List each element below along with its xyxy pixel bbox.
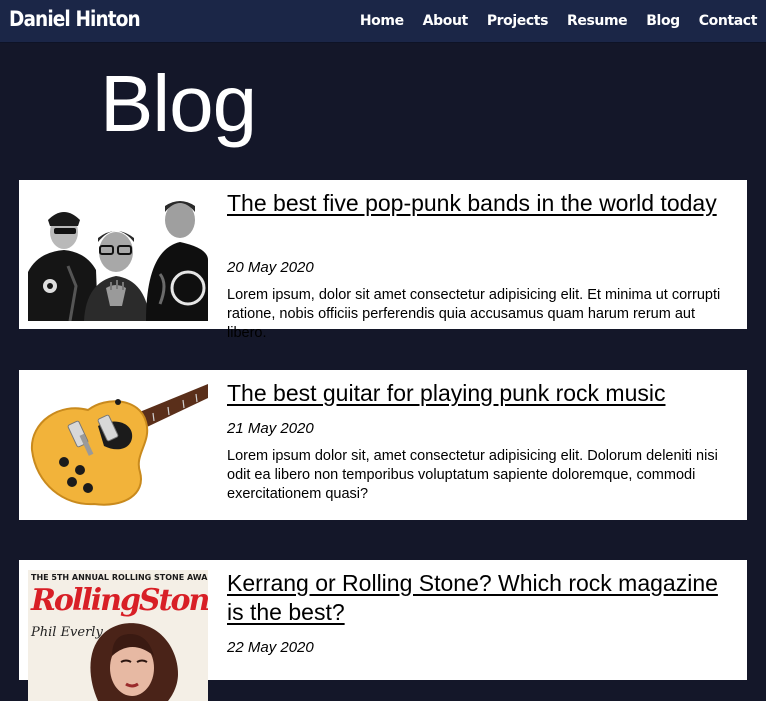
post-excerpt: Lorem ipsum dolor sit, amet consectetur … <box>227 448 718 502</box>
post-excerpt: Lorem ipsum, dolor sit amet consectetur … <box>227 287 721 341</box>
cover-masthead: RollingStone <box>30 583 208 618</box>
band-photo <box>28 190 208 321</box>
post-card: The best five pop-punk bands in the worl… <box>19 180 747 341</box>
cover-header: THE 5TH ANNUAL ROLLING STONE AWARDS <box>31 573 208 582</box>
post-image-band[interactable] <box>28 190 208 321</box>
post-card: THE 5TH ANNUAL ROLLING STONE AWARDS Roll… <box>19 560 747 701</box>
nav-link-about[interactable]: About <box>423 13 469 29</box>
nav-link-blog[interactable]: Blog <box>646 13 680 29</box>
brand-logo[interactable]: Daniel Hinton <box>9 7 141 31</box>
post-image-guitar[interactable] <box>28 380 208 511</box>
post-title-link[interactable]: The best five pop-punk bands in the worl… <box>227 189 727 218</box>
nav-link-resume[interactable]: Resume <box>567 13 628 29</box>
post-title-link[interactable]: Kerrang or Rolling Stone? Which rock mag… <box>227 569 727 627</box>
post-date: 20 May 2020 <box>227 259 314 276</box>
page-title: Blog <box>100 59 257 148</box>
nav-link-home[interactable]: Home <box>360 13 404 29</box>
nav-links: Home About Projects Resume Blog Contact <box>360 13 758 29</box>
post-date: 21 May 2020 <box>227 420 314 437</box>
post-image-magazine[interactable]: THE 5TH ANNUAL ROLLING STONE AWARDS Roll… <box>28 570 208 701</box>
guitar-photo <box>28 380 208 511</box>
post-title-link[interactable]: The best guitar for playing punk rock mu… <box>227 379 727 408</box>
post-date: 22 May 2020 <box>227 639 314 656</box>
post-card: The best guitar for playing punk rock mu… <box>19 370 747 520</box>
navbar: Daniel Hinton Home About Projects Resume… <box>0 0 766 43</box>
magazine-cover: THE 5TH ANNUAL ROLLING STONE AWARDS Roll… <box>28 570 208 701</box>
nav-link-projects[interactable]: Projects <box>487 13 549 29</box>
nav-link-contact[interactable]: Contact <box>699 13 758 29</box>
cover-side-text: Phil Everly <box>30 625 103 640</box>
